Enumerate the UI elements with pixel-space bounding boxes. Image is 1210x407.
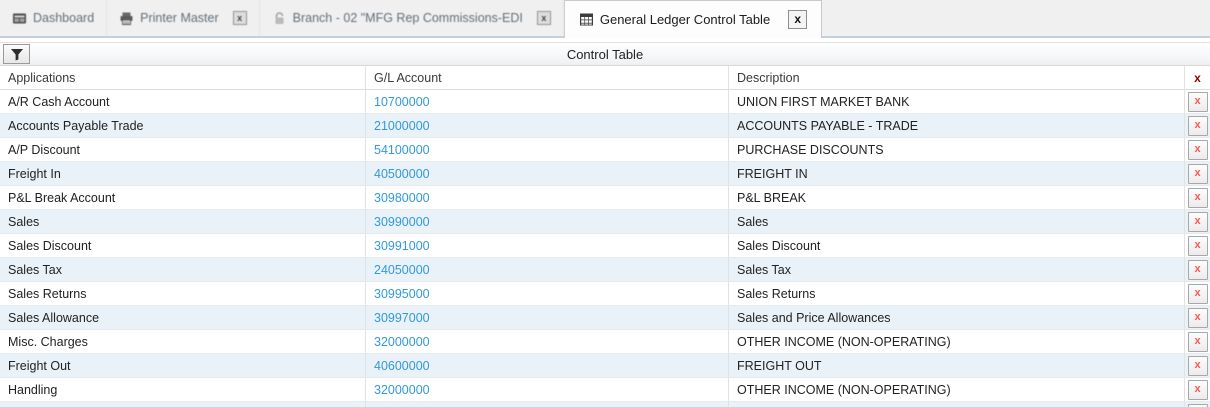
- description-cell: Sales Tax: [728, 258, 1184, 281]
- gl-account-link[interactable]: 21000000: [374, 119, 430, 133]
- close-icon[interactable]: x: [788, 10, 808, 29]
- application-cell: A/P Discount: [8, 142, 81, 157]
- delete-button[interactable]: x: [1187, 307, 1208, 328]
- application-cell: Freight Out: [8, 358, 71, 373]
- panel-header: Control Table: [0, 43, 1210, 66]
- gl-account-link[interactable]: 30990000: [374, 215, 430, 229]
- description-cell: OTHER INCOME (NON-OPERATING): [728, 330, 1184, 353]
- table-row: Sales Allowance 30997000 Sales and Price…: [0, 306, 1210, 330]
- table-header-row: Applications G/L Account Description x: [0, 66, 1210, 90]
- delete-button[interactable]: x: [1187, 163, 1208, 184]
- description-cell: P&L BREAK: [728, 186, 1184, 209]
- gl-account-link[interactable]: 30995000: [374, 287, 430, 301]
- application-cell: Sales: [8, 214, 40, 229]
- gl-account-link[interactable]: 24050000: [374, 263, 430, 277]
- table-row: Freight Out 40600000 FREIGHT OUT x: [0, 354, 1210, 378]
- application-cell: Handling: [8, 382, 58, 397]
- gl-account-link[interactable]: 32000000: [374, 335, 430, 349]
- application-cell: Misc. Charges: [8, 334, 88, 349]
- table-row: Sales Tax 24050000 Sales Tax x: [0, 258, 1210, 282]
- gl-account-link[interactable]: 10700000: [374, 95, 430, 109]
- filter-button[interactable]: [3, 44, 30, 64]
- tab-branch[interactable]: Branch - 02 "MFG Rep Commissions-EDI x: [260, 0, 564, 36]
- delete-button[interactable]: x: [1187, 139, 1208, 160]
- dashboard-icon: [12, 11, 27, 26]
- delete-button[interactable]: x: [1187, 355, 1208, 376]
- table-row: A/R Cash Account 10700000 UNION FIRST MA…: [0, 90, 1210, 114]
- gl-account-link[interactable]: 54100000: [374, 143, 430, 157]
- tab-label: Dashboard: [33, 11, 95, 25]
- table-row: A/P Discount 54100000 PURCHASE DISCOUNTS…: [0, 138, 1210, 162]
- description-cell: Sales Returns: [728, 282, 1184, 305]
- application-cell: Sales Returns: [8, 286, 87, 301]
- table-row: Sales Returns 30995000 Sales Returns x: [0, 282, 1210, 306]
- tab-bar: Dashboard Printer Master x Branch - 02 "…: [0, 0, 1210, 38]
- tab-dashboard[interactable]: Dashboard: [0, 0, 108, 36]
- table-row: Accounts Payable Trade 21000000 ACCOUNTS…: [0, 114, 1210, 138]
- column-header-delete: x: [1184, 66, 1210, 89]
- close-icon[interactable]: x: [536, 11, 551, 25]
- tab-label: Branch - 02 "MFG Rep Commissions-EDI: [292, 11, 523, 25]
- description-cell: UNION FIRST MARKET BANK: [728, 90, 1184, 113]
- close-icon[interactable]: x: [232, 11, 247, 25]
- tab-bar-filler: [822, 0, 1210, 36]
- application-cell: Sales Allowance: [8, 310, 100, 325]
- description-cell: FREIGHT OUT: [728, 354, 1184, 377]
- application-cell: Accounts Payable Trade: [8, 118, 144, 133]
- filter-icon: [10, 48, 24, 61]
- column-header-description[interactable]: Description: [728, 66, 1184, 89]
- table-row: Sales 30990000 Sales x: [0, 210, 1210, 234]
- delete-button[interactable]: x: [1187, 283, 1208, 304]
- table-row: Sales Discount 30991000 Sales Discount x: [0, 234, 1210, 258]
- table-row: P&L Break Account 30980000 P&L BREAK x: [0, 186, 1210, 210]
- description-cell: Sales and Price Allowances: [728, 306, 1184, 329]
- tab-label: Printer Master: [140, 11, 219, 25]
- delete-button[interactable]: x: [1187, 187, 1208, 208]
- branch-icon: [272, 11, 287, 26]
- gl-account-link[interactable]: 30980000: [374, 191, 430, 205]
- application-cell: Freight In: [8, 166, 61, 181]
- application-cell: A/R Cash Account: [8, 94, 110, 109]
- description-cell: FREIGHT IN: [728, 162, 1184, 185]
- delete-button[interactable]: x: [1187, 331, 1208, 352]
- control-table-panel: Control Table Applications G/L Account D…: [0, 42, 1210, 407]
- description-cell: Sales Discount: [728, 234, 1184, 257]
- gl-account-link[interactable]: 32000000: [374, 383, 430, 397]
- printer-icon: [119, 11, 134, 26]
- delete-button[interactable]: x: [1187, 91, 1208, 112]
- delete-button[interactable]: x: [1187, 115, 1208, 136]
- tab-general-ledger-control-table[interactable]: General Ledger Control Table x: [563, 0, 823, 38]
- gl-account-link[interactable]: 40500000: [374, 167, 430, 181]
- description-cell: Sales: [728, 210, 1184, 233]
- tab-printer-master[interactable]: Printer Master x: [107, 0, 260, 36]
- gl-account-link[interactable]: 30997000: [374, 311, 430, 325]
- description-cell: PURCHASE DISCOUNTS: [728, 138, 1184, 161]
- table-body: A/R Cash Account 10700000 UNION FIRST MA…: [0, 90, 1210, 402]
- table-row: Misc. Charges 32000000 OTHER INCOME (NON…: [0, 330, 1210, 354]
- partial-row: x: [0, 402, 1210, 407]
- description-cell: OTHER INCOME (NON-OPERATING): [728, 378, 1184, 401]
- gl-account-link[interactable]: 30991000: [374, 239, 430, 253]
- panel-title: Control Table: [566, 46, 644, 62]
- delete-button[interactable]: x: [1187, 211, 1208, 232]
- delete-button[interactable]: x: [1187, 379, 1208, 400]
- application-cell: P&L Break Account: [8, 190, 116, 205]
- table-row: Handling 32000000 OTHER INCOME (NON-OPER…: [0, 378, 1210, 402]
- column-header-gl-account[interactable]: G/L Account: [365, 66, 728, 89]
- description-cell: ACCOUNTS PAYABLE - TRADE: [728, 114, 1184, 137]
- application-cell: Sales Discount: [8, 238, 92, 253]
- column-header-applications[interactable]: Applications: [0, 66, 365, 89]
- ledger-table-icon: [579, 12, 594, 27]
- application-cell: Sales Tax: [8, 262, 62, 277]
- delete-button[interactable]: x: [1187, 259, 1208, 280]
- delete-button[interactable]: x: [1187, 235, 1208, 256]
- gl-account-link[interactable]: 40600000: [374, 359, 430, 373]
- tab-label: General Ledger Control Table: [599, 12, 771, 27]
- table-row: Freight In 40500000 FREIGHT IN x: [0, 162, 1210, 186]
